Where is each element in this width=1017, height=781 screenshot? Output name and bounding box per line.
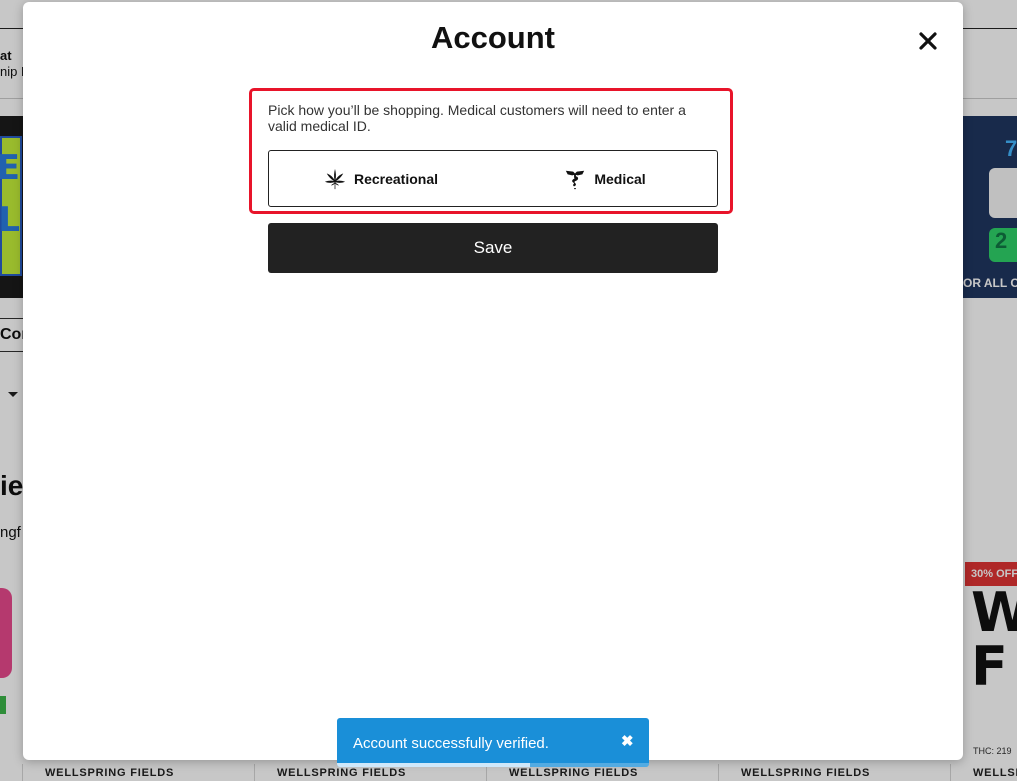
medical-label: Medical [594, 170, 646, 187]
save-button[interactable]: Save [268, 223, 718, 273]
medical-option[interactable]: Medical [493, 151, 717, 206]
shopping-type-selector: Recreational Medical [268, 150, 718, 207]
toast-close-button[interactable]: ✖ [621, 734, 634, 750]
caduceus-icon [566, 170, 585, 189]
account-modal: Account Pick how you’ll be shopping. Med… [23, 2, 963, 760]
cannabis-leaf-icon [324, 168, 346, 189]
toast-progress-bar [337, 763, 531, 767]
close-button[interactable] [913, 26, 943, 56]
recreational-option[interactable]: Recreational [269, 151, 493, 206]
toast-message: Account successfully verified. [353, 735, 549, 752]
recreational-label: Recreational [353, 170, 439, 187]
toast-notification: Account successfully verified. ✖ [337, 718, 649, 767]
modal-title: Account [431, 20, 555, 55]
close-icon [919, 32, 937, 50]
shopping-type-instruction: Pick how you’ll be shopping. Medical cus… [268, 102, 686, 134]
